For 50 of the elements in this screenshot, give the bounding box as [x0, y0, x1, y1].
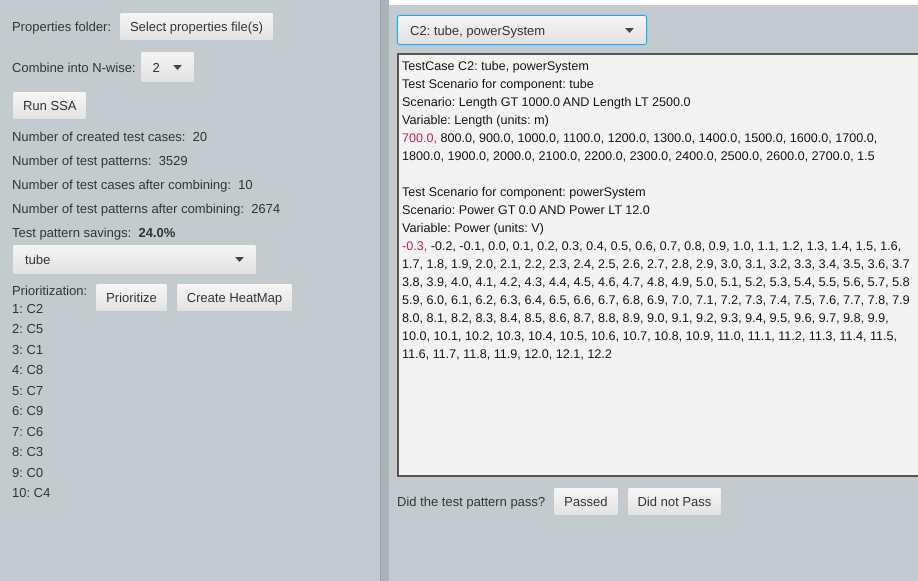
detail-line: 3.8, 3.9, 4.0, 4.1, 4.2, 4.3, 4.4, 4.5, 4.6, 4.7, 4.8, 4.9, 5.0, 5.1, 5.2, 5.3, 5.4, 5.5, 5.6, 5.7, 5.8 — [402, 274, 911, 291]
caret-icon — [235, 257, 244, 262]
detail-line: Scenario: Power GT 0.0 AND Power LT 12.0 — [402, 202, 651, 219]
priority-item: 4: C8 — [12, 361, 44, 380]
caret-icon — [625, 28, 634, 32]
detail-line: 1800.0, 1900.0, 2000.0, 2100.0, 2200.0, 2300.0, 2400.0, 2500.0, 2600.0, 2700.0, 1.5 — [402, 148, 876, 165]
detail-line: 11.6, 11.7, 11.8, 11.9, 12.0, 12.1, 12.2 — [402, 346, 613, 363]
priority-item: 5: C7 — [12, 382, 44, 400]
run-ssa-button[interactable]: Run SSA — [12, 91, 88, 120]
nwise-dropdown[interactable]: 2 — [140, 51, 195, 83]
highlighted-value: 700.0, — [402, 131, 438, 145]
caret-icon — [172, 64, 182, 70]
detail-line: TestCase C2: tube, powerSystem — [402, 58, 590, 75]
stat-text: Number of test patterns after combining: 2674 — [12, 200, 282, 218]
create-heatmap-button[interactable]: Create HeatMap — [176, 283, 294, 312]
properties-folder-label: Properties folder: — [12, 19, 111, 34]
component-dropdown[interactable]: tube — [12, 244, 257, 275]
detail-line: Scenario: Length GT 1000.0 AND Length LT 2500.0 — [402, 94, 692, 111]
stat-text: Number of created test cases: 20 — [12, 128, 208, 146]
value-list: 800.0, 900.0, 1000.0, 1100.0, 1200.0, 1300.0, 1400.0, 1500.0, 1600.0, 1700.0, — [440, 131, 878, 145]
prioritize-button[interactable]: Prioritize — [95, 283, 168, 312]
priority-item: 9: C0 — [12, 464, 44, 482]
detail-line: Variable: Power (units: V) — [402, 220, 545, 237]
priority-item: 10: C4 — [12, 484, 50, 502]
detail-line: Test Scenario for component: tube — [402, 76, 595, 93]
detail-line: Test Scenario for component: powerSystem — [402, 184, 647, 201]
stat-text: Test pattern savings: 24.0% — [12, 224, 176, 242]
stat-text: Number of test patterns: 3529 — [12, 152, 189, 170]
priority-item: 7: C6 — [12, 422, 44, 441]
passed-button[interactable]: Passed — [553, 487, 619, 516]
priority-item: 8: C3 — [12, 443, 44, 462]
priority-item: 2: C5 — [12, 320, 44, 338]
stat-text: Number of test cases after combining: 10 — [12, 176, 254, 194]
detail-line: 1.7, 1.8, 1.9, 2.0, 2.1, 2.2, 2.3, 2.4, 2.5, 2.6, 2.7, 2.8, 2.9, 3.0, 3.1, 3.2, 3.3, 3.4, 3.5, 3.6, 3.7 — [402, 256, 911, 273]
priority-item: 1: C2 — [12, 300, 44, 318]
detail-line: 8.0, 8.1, 8.2, 8.3, 8.4, 8.5, 8.6, 8.7, 8.8, 8.9, 9.0, 9.1, 9.2, 9.3, 9.4, 9.5, 9.6, 9.7, 9.8, 9.9, — [402, 310, 890, 327]
detail-line: Variable: Length (units: m) — [402, 112, 550, 129]
prioritization-label: Prioritization: — [12, 283, 88, 298]
priority-item: 6: C9 — [12, 402, 44, 420]
detail-line: 10.0, 10.1, 10.2, 10.3, 10.4, 10.5, 10.6, 10.7, 10.8, 10.9, 11.0, 11.1, 11.2, 11.3, 11.4, 11.5, — [402, 328, 898, 345]
detail-line: 5.9, 6.0, 6.1, 6.2, 6.3, 6.4, 6.5, 6.6, 6.7, 6.8, 6.9, 7.0, 7.1, 7.2, 7.3, 7.4, 7.5, 7.6, 7.7, 7.8, 7.9 — [402, 292, 911, 309]
select-properties-button[interactable]: Select properties file(s) — [119, 12, 274, 41]
nwise-label: Combine into N-wise: — [12, 60, 136, 74]
highlighted-value: -0.3, — [402, 239, 428, 253]
test-case-details[interactable] — [397, 53, 918, 477]
test-case-dropdown[interactable]: C2: tube, powerSystem — [397, 15, 647, 45]
priority-item: 3: C1 — [12, 340, 44, 359]
did-not-pass-button[interactable]: Did not Pass — [626, 487, 722, 516]
pass-question: Did the test pattern pass? — [397, 494, 546, 509]
value-list: -0.2, -0.1, 0.0, 0.1, 0.2, 0.3, 0.4, 0.5, 0.6, 0.7, 0.8, 0.9, 1.0, 1.1, 1.2, 1.3, 1.4, 1.5, 1.6, — [430, 239, 902, 253]
